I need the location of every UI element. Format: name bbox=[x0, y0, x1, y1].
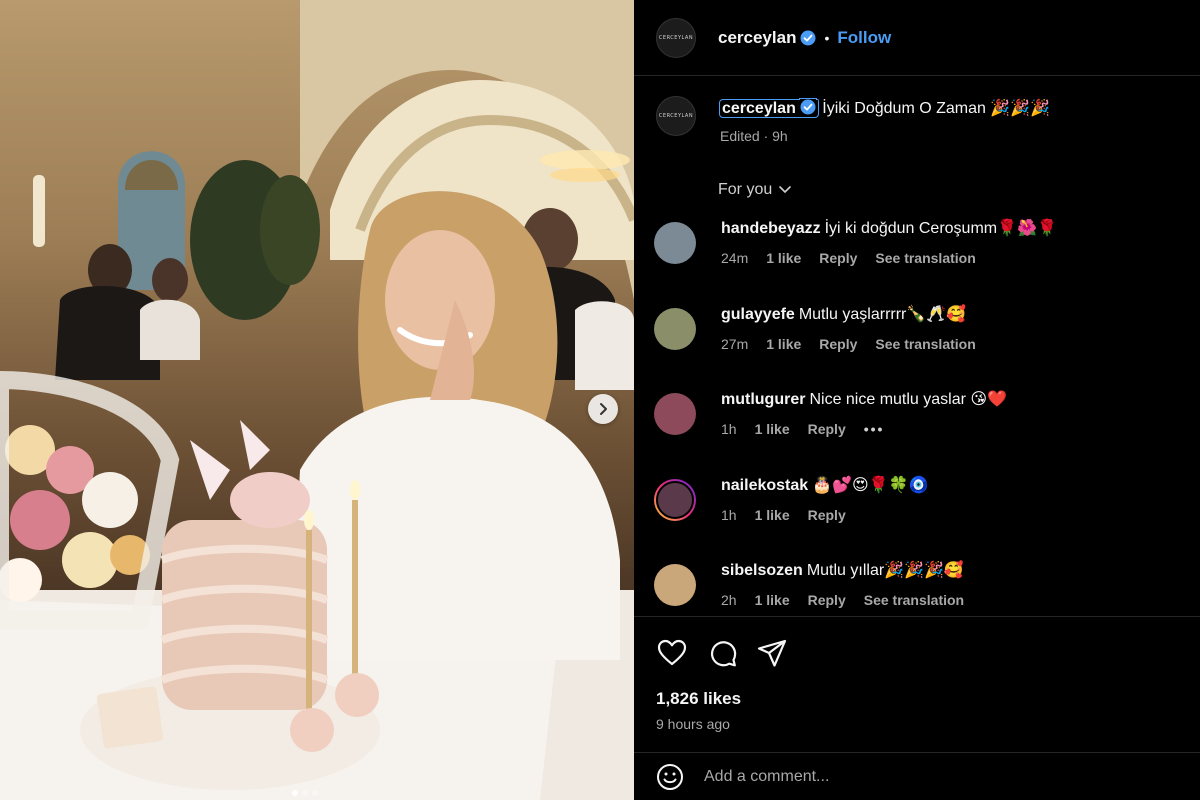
comment-filter-dropdown[interactable]: For you bbox=[718, 181, 792, 199]
more-options-icon[interactable]: ••• bbox=[864, 421, 885, 437]
caption-meta: Edited · 9h bbox=[720, 128, 788, 144]
carousel-dot bbox=[292, 790, 298, 796]
reply-button[interactable]: Reply bbox=[819, 250, 857, 266]
carousel-indicator bbox=[292, 790, 318, 796]
commenter-avatar[interactable] bbox=[654, 393, 696, 436]
comment-likes[interactable]: 1 like bbox=[755, 421, 790, 437]
comment-time: 24m bbox=[721, 250, 749, 266]
commenter-avatar[interactable] bbox=[654, 222, 696, 264]
commenter-username[interactable]: handebeyazz bbox=[721, 220, 821, 237]
verified-badge-icon bbox=[800, 30, 816, 45]
share-button[interactable] bbox=[756, 637, 788, 669]
comment-button[interactable] bbox=[706, 637, 738, 669]
comment-text: İyi ki doğdun Ceroşumm🌹🌺🌹 bbox=[824, 220, 1057, 237]
comment-time: 27m bbox=[721, 335, 749, 352]
avatar-logo-text: CERCEYLAN bbox=[658, 113, 694, 119]
caption-author-avatar[interactable]: CERCEYLAN bbox=[656, 96, 696, 136]
comment-item: nailekostak 🎂💕😍🌹🍀🧿 1h 1 like Reply bbox=[654, 475, 1184, 561]
share-icon bbox=[757, 639, 787, 667]
post-photo[interactable] bbox=[0, 0, 634, 800]
comment-text: Nice nice mutlu yaslar 😘❤️ bbox=[809, 391, 1007, 409]
reply-button[interactable]: Reply bbox=[808, 421, 846, 437]
comment-time: 2h bbox=[721, 592, 737, 609]
comment-text: 🎂💕😍🌹🍀🧿 bbox=[812, 476, 929, 494]
comment-text: Mutlu yaşlarrrrr🍾🥂🥰 bbox=[798, 305, 967, 323]
comment-time: 1h bbox=[721, 506, 737, 523]
likes-count[interactable]: 1,826 likes bbox=[656, 689, 741, 709]
commenter-avatar[interactable] bbox=[654, 564, 696, 607]
next-arrow-icon bbox=[600, 403, 607, 415]
add-comment-bar bbox=[634, 752, 1200, 800]
comment-filter-label: For you bbox=[718, 181, 773, 198]
see-translation-button[interactable]: See translation bbox=[875, 250, 975, 266]
avatar-logo-text: CERCEYLAN bbox=[658, 34, 694, 41]
post-side-panel: CERCEYLAN cerceylan • Follow CERCEYLAN c… bbox=[634, 0, 1200, 800]
commenter-username[interactable]: mutlugurer bbox=[721, 391, 805, 408]
reply-button[interactable]: Reply bbox=[808, 592, 846, 608]
reply-button[interactable]: Reply bbox=[819, 336, 857, 352]
add-comment-input[interactable] bbox=[704, 767, 1124, 786]
carousel-dot bbox=[312, 790, 318, 796]
comment-icon bbox=[710, 641, 737, 667]
comment-likes[interactable]: 1 like bbox=[755, 592, 790, 608]
author-username[interactable]: cerceylan bbox=[718, 28, 796, 48]
post-caption: CERCEYLAN cerceylan İyiki Doğdum O Zaman… bbox=[656, 96, 1050, 144]
comment-item: gulayyefe Mutlu yaşlarrrrr🍾🥂🥰 27m 1 like … bbox=[654, 304, 1184, 390]
commenter-avatar[interactable] bbox=[654, 478, 696, 521]
heart-icon bbox=[657, 639, 687, 666]
caption-text: İyiki Doğdum O Zaman 🎉🎉🎉 bbox=[822, 100, 1051, 117]
reply-button[interactable]: Reply bbox=[808, 507, 846, 523]
emoji-icon[interactable] bbox=[656, 763, 684, 791]
see-translation-button[interactable]: See translation bbox=[864, 592, 964, 608]
commenter-avatar[interactable] bbox=[654, 307, 696, 350]
comment-likes[interactable]: 1 like bbox=[755, 507, 790, 523]
follow-button[interactable]: Follow bbox=[837, 28, 891, 48]
birthday-photo bbox=[0, 0, 634, 800]
comment-likes[interactable]: 1 like bbox=[766, 250, 801, 266]
comment-item: mutlugurer Nice nice mutlu yaslar 😘❤️ 1h … bbox=[654, 389, 1184, 475]
post-header: CERCEYLAN cerceylan • Follow bbox=[634, 0, 1200, 76]
post-timestamp: 9 hours ago bbox=[656, 716, 730, 732]
commenter-username[interactable]: sibelsozen bbox=[721, 562, 803, 579]
carousel-dot bbox=[302, 790, 308, 796]
next-photo-button[interactable] bbox=[588, 394, 618, 424]
caption-username[interactable]: cerceylan bbox=[719, 99, 819, 118]
comment-likes[interactable]: 1 like bbox=[766, 336, 801, 352]
post-actions: 1,826 likes 9 hours ago bbox=[634, 616, 1200, 732]
chevron-down-icon bbox=[779, 186, 792, 194]
comment-time: 1h bbox=[721, 421, 737, 438]
comments-list: handebeyazz İyi ki doğdun Ceroşumm🌹🌺🌹 24m… bbox=[654, 218, 1184, 646]
commenter-username[interactable]: nailekostak bbox=[721, 477, 808, 494]
verified-badge-icon bbox=[800, 99, 816, 115]
commenter-username[interactable]: gulayyefe bbox=[721, 306, 795, 323]
comment-text: Mutlu yıllar🎉🎉🎉🥰 bbox=[806, 562, 964, 580]
see-translation-button[interactable]: See translation bbox=[875, 336, 975, 352]
like-button[interactable] bbox=[656, 637, 688, 669]
comment-item: handebeyazz İyi ki doğdun Ceroşumm🌹🌺🌹 24m… bbox=[654, 218, 1184, 304]
author-avatar[interactable]: CERCEYLAN bbox=[656, 17, 696, 58]
comment-item: sibelsozen Mutlu yıllar🎉🎉🎉🥰 2h 1 like Rep… bbox=[654, 560, 1184, 646]
header-separator: • bbox=[824, 29, 830, 46]
